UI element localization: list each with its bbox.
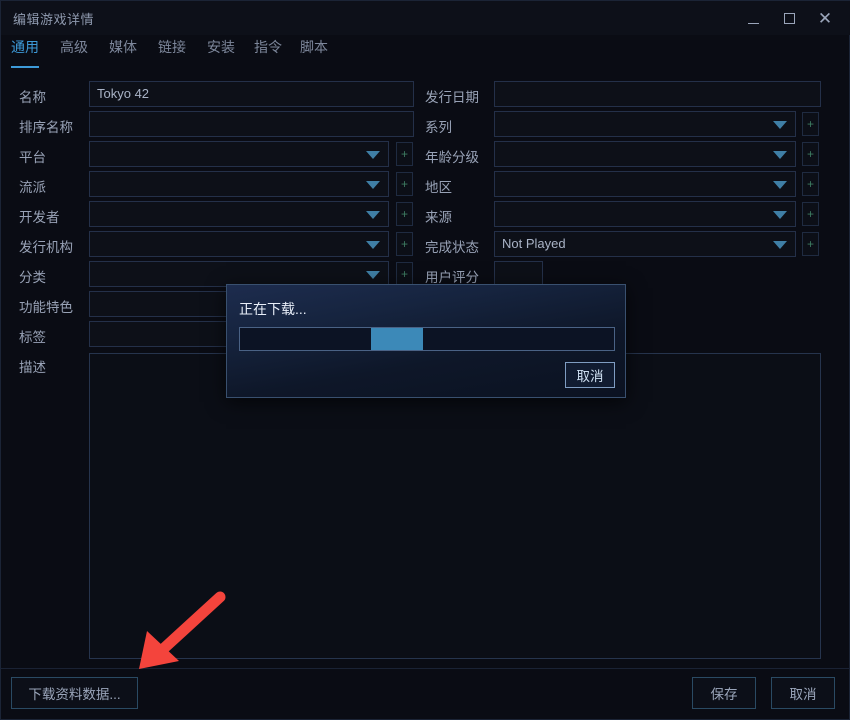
region-select[interactable] — [494, 171, 796, 197]
chevron-down-icon — [366, 271, 380, 279]
completion-status-select[interactable]: Not Played — [494, 231, 796, 257]
series-select[interactable] — [494, 111, 796, 137]
label-source: 来源 — [425, 210, 452, 225]
label-region: 地区 — [425, 180, 452, 195]
add-age-rating-button[interactable]: + — [802, 142, 819, 166]
tab-commands[interactable]: 指令 — [254, 37, 282, 65]
window-controls: ✕ — [735, 1, 850, 35]
developer-select[interactable] — [89, 201, 389, 227]
label-user-score: 用户评分 — [425, 270, 479, 285]
label-category: 分类 — [19, 270, 46, 285]
add-developer-button[interactable]: + — [396, 202, 413, 226]
label-publisher: 发行机构 — [19, 240, 73, 255]
add-genre-button[interactable]: + — [396, 172, 413, 196]
label-genre: 流派 — [19, 180, 46, 195]
label-tags: 标签 — [19, 330, 46, 345]
chevron-down-icon — [773, 181, 787, 189]
tab-install[interactable]: 安装 — [207, 37, 235, 65]
chevron-down-icon — [366, 211, 380, 219]
dialog-title: 正在下载... — [239, 301, 307, 317]
publisher-select[interactable] — [89, 231, 389, 257]
label-features: 功能特色 — [19, 300, 73, 315]
platform-select[interactable] — [89, 141, 389, 167]
add-region-button[interactable]: + — [802, 172, 819, 196]
download-metadata-button[interactable]: 下载资料数据... — [11, 677, 138, 709]
tab-general[interactable]: 通用 — [11, 37, 39, 68]
label-platform: 平台 — [19, 150, 46, 165]
chevron-down-icon — [773, 121, 787, 129]
add-source-button[interactable]: + — [802, 202, 819, 226]
add-series-button[interactable]: + — [802, 112, 819, 136]
tab-media[interactable]: 媒体 — [109, 37, 137, 65]
label-developer: 开发者 — [19, 210, 60, 225]
label-age-rating: 年龄分级 — [425, 150, 479, 165]
name-input-value: Tokyo 42 — [97, 86, 150, 101]
minimize-icon[interactable] — [735, 1, 771, 35]
save-button[interactable]: 保存 — [692, 677, 756, 709]
chevron-down-icon — [773, 211, 787, 219]
tab-links[interactable]: 链接 — [158, 37, 186, 65]
tab-advanced[interactable]: 高级 — [60, 37, 88, 65]
maximize-icon[interactable] — [771, 1, 807, 35]
label-series: 系列 — [425, 120, 452, 135]
cancel-button[interactable]: 取消 — [771, 677, 835, 709]
label-completion-status: 完成状态 — [425, 240, 479, 255]
arrow-annotation-icon — [139, 591, 226, 669]
edit-game-details-window: 编辑游戏详情 ✕ 通用 高级 媒体 链接 安装 指令 脚本 名称 Tokyo 4… — [0, 0, 850, 720]
chevron-down-icon — [773, 241, 787, 249]
chevron-down-icon — [773, 151, 787, 159]
genre-select[interactable] — [89, 171, 389, 197]
add-publisher-button[interactable]: + — [396, 232, 413, 256]
completion-status-select-value: Not Played — [502, 236, 566, 251]
dialog-cancel-button[interactable]: 取消 — [565, 362, 615, 388]
label-description: 描述 — [19, 360, 46, 375]
name-input[interactable]: Tokyo 42 — [89, 81, 414, 107]
progress-bar — [239, 327, 615, 351]
tab-scripts[interactable]: 脚本 — [300, 37, 328, 65]
label-name: 名称 — [19, 90, 46, 105]
label-release-date: 发行日期 — [425, 90, 479, 105]
downloading-dialog: 正在下载... 取消 — [226, 284, 626, 398]
sort-name-input[interactable] — [89, 111, 414, 137]
chevron-down-icon — [366, 241, 380, 249]
label-sort-name: 排序名称 — [19, 120, 73, 135]
add-platform-button[interactable]: + — [396, 142, 413, 166]
chevron-down-icon — [366, 181, 380, 189]
release-date-input[interactable] — [494, 81, 821, 107]
add-category-button[interactable]: + — [396, 262, 413, 286]
close-icon[interactable]: ✕ — [807, 1, 843, 35]
chevron-down-icon — [366, 151, 380, 159]
title-bar: 编辑游戏详情 ✕ — [1, 1, 850, 35]
source-select[interactable] — [494, 201, 796, 227]
age-rating-select[interactable] — [494, 141, 796, 167]
progress-bar-fill — [371, 328, 423, 350]
window-title: 编辑游戏详情 — [13, 12, 95, 27]
add-completion-status-button[interactable]: + — [802, 232, 819, 256]
tab-bar: 通用 高级 媒体 链接 安装 指令 脚本 — [1, 37, 850, 68]
